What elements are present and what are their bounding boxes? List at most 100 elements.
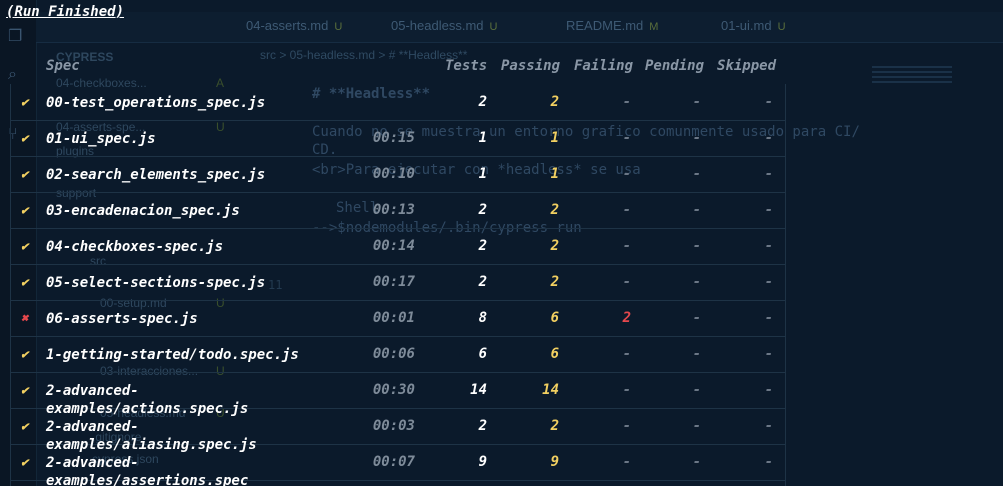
duration-cell: 00:14: [372, 238, 415, 254]
column-header-tests: Tests: [445, 58, 488, 74]
editor-tab-bar: 04-asserts.md U 05-headless.md U README.md…: [36, 12, 1003, 43]
result-row: ✔ 04-checkboxes-spec.js 00:14 2 2- - -: [11, 228, 785, 265]
skipped-count: -: [764, 454, 773, 470]
check-icon: ✔: [21, 275, 29, 289]
skipped-count: -: [764, 382, 773, 398]
column-header-skipped: Skipped: [717, 58, 777, 74]
result-row: ✔ 2-advanced-examples/aliasing.spec.js 00:…: [11, 408, 785, 453]
passing-count: 2: [550, 94, 559, 110]
pending-count: -: [692, 166, 701, 182]
skipped-count: -: [764, 202, 773, 218]
tests-count: 6: [478, 346, 487, 362]
tests-count: 1: [478, 166, 487, 182]
column-header-failing: Failing: [574, 58, 634, 74]
result-row: ✔ 00-test_operations_spec.js 2 2- - -: [11, 84, 785, 121]
check-icon: ✔: [21, 383, 29, 397]
tests-count: 9: [478, 454, 487, 470]
pending-count: -: [692, 418, 701, 434]
spec-name: 03-encadenacion_spec.js: [46, 203, 240, 219]
result-row: ✔ 02-search_elements_spec.js 00:10 1 1- - -: [11, 156, 785, 193]
skipped-count: -: [764, 166, 773, 182]
duration-cell: 00:30: [372, 382, 415, 398]
skipped-count: -: [764, 346, 773, 362]
pending-count: -: [692, 454, 701, 470]
passing-count: 1: [550, 166, 559, 182]
pending-count: -: [692, 310, 701, 326]
duration-cell: 00:13: [372, 202, 415, 218]
tab-04-asserts[interactable]: 04-asserts.md U: [246, 18, 342, 33]
duration-cell: 00:15: [372, 130, 415, 146]
check-icon: ✔: [21, 239, 29, 253]
check-icon: ✔: [21, 455, 29, 469]
spec-name: 06-asserts-spec.js: [46, 311, 198, 327]
tests-count: 2: [478, 202, 487, 218]
passing-count: 2: [550, 418, 559, 434]
result-row: ✖ 06-asserts-spec.js 00:01 8 6 2- -: [11, 300, 785, 337]
pending-count: -: [692, 130, 701, 146]
duration-cell: 00:03: [372, 418, 415, 434]
passing-count: 9: [550, 454, 559, 470]
tests-count: 2: [478, 418, 487, 434]
run-status-title: (Run Finished): [6, 4, 125, 20]
passing-count: 1: [550, 130, 559, 146]
passing-count: 6: [550, 310, 559, 326]
result-row: ✔ 01-ui_spec.js 00:15 1 1- - -: [11, 120, 785, 157]
spec-name: 05-select-sections-spec.js: [46, 275, 266, 291]
skipped-count: -: [764, 130, 773, 146]
skipped-count: -: [764, 238, 773, 254]
tests-count: 2: [478, 238, 487, 254]
spec-name: 00-test_operations_spec.js: [46, 95, 266, 111]
minimap[interactable]: [872, 66, 952, 96]
tests-count: 14: [470, 382, 487, 398]
results-table: ✔ 00-test_operations_spec.js 2 2 - - - ✔ 01-ui_s…: [10, 84, 786, 486]
spec-name: 04-checkboxes-spec.js: [46, 239, 224, 255]
result-row: ✔ 05-select-sections-spec.js 00:17 2 2- - -: [11, 264, 785, 301]
check-icon: ✔: [21, 131, 29, 145]
tab-readme[interactable]: README.md M: [566, 18, 658, 33]
result-row: ✔ 2-advanced-examples/assertions.spec 00:0…: [11, 444, 785, 486]
tab-01-ui[interactable]: 01-ui.md U: [721, 18, 786, 33]
duration-cell: 00:17: [372, 274, 415, 290]
check-icon: ✔: [21, 347, 29, 361]
column-header-pending: Pending: [645, 58, 705, 74]
check-icon: ✔: [21, 167, 29, 181]
duration-cell: 00:10: [372, 166, 415, 182]
skipped-count: -: [764, 310, 773, 326]
fail-icon: ✖: [21, 311, 29, 325]
pending-count: -: [692, 274, 701, 290]
check-icon: ✔: [21, 203, 29, 217]
result-row: ✔ 03-encadenacion_spec.js 00:13 2 2- - -: [11, 192, 785, 229]
skipped-count: -: [764, 94, 773, 110]
pending-count: -: [692, 346, 701, 362]
spec-name: 2-advanced-examples/assertions.spec: [46, 455, 249, 486]
spec-name: 01-ui_spec.js: [46, 131, 156, 147]
column-header-passing: Passing: [501, 58, 561, 74]
passing-count: 14: [542, 382, 559, 398]
spec-name: 02-search_elements_spec.js: [46, 167, 266, 183]
tests-count: 2: [478, 94, 487, 110]
spec-name: 1-getting-started/todo.spec.js: [46, 347, 299, 363]
pending-count: -: [692, 382, 701, 398]
results-header: Spec Tests Passing Failing Pending Skipp…: [0, 58, 800, 76]
tests-count: 8: [478, 310, 487, 326]
tests-count: 1: [478, 130, 487, 146]
pending-count: -: [692, 238, 701, 254]
passing-count: 2: [550, 274, 559, 290]
passing-count: 2: [550, 238, 559, 254]
passing-count: 2: [550, 202, 559, 218]
check-icon: ✔: [21, 95, 29, 109]
duration-cell: 00:01: [372, 310, 415, 326]
column-header-spec: Spec: [46, 58, 80, 74]
result-row: ✔ 2-advanced-examples/actions.spec.js 00:3…: [11, 372, 785, 417]
pending-count: -: [692, 94, 701, 110]
pending-count: -: [692, 202, 701, 218]
duration-cell: 00:07: [372, 454, 415, 470]
result-row: ✔ 1-getting-started/todo.spec.js 00:06 6 6 - -…: [11, 336, 785, 373]
duration-cell: 00:06: [372, 346, 415, 362]
check-icon: ✔: [21, 419, 29, 433]
tab-05-headless[interactable]: 05-headless.md U: [391, 18, 497, 33]
tests-count: 2: [478, 274, 487, 290]
files-icon[interactable]: ❐: [8, 26, 28, 46]
passing-count: 6: [550, 346, 559, 362]
skipped-count: -: [764, 418, 773, 434]
